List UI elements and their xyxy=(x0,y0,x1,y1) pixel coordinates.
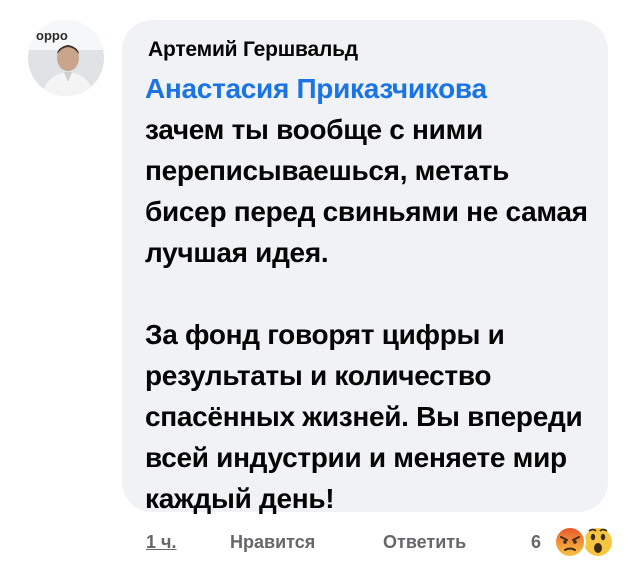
profile-photo-icon: oppo xyxy=(28,20,104,96)
wow-reaction-icon xyxy=(582,526,614,558)
reactions-summary[interactable] xyxy=(550,524,630,560)
comment-timestamp[interactable]: 1 ч. xyxy=(146,532,176,553)
angry-reaction-icon xyxy=(554,526,586,558)
comment-actions: 1 ч. Нравится Ответить 6 xyxy=(146,526,626,558)
comment-paragraph-2: За фонд говорят цифры и результаты и кол… xyxy=(145,319,583,514)
mention-link[interactable]: Анастасия Приказчикова xyxy=(145,68,595,109)
comment-paragraph-1: зачем ты вообще с ними переписываешься, … xyxy=(145,114,588,268)
avatar-logo-text: oppo xyxy=(36,28,68,43)
like-button[interactable]: Нравится xyxy=(230,532,315,553)
reaction-count[interactable]: 6 xyxy=(531,532,541,553)
comment-author-name[interactable]: Артемий Гершвальд xyxy=(148,38,358,62)
avatar[interactable]: oppo xyxy=(28,20,104,96)
reply-button[interactable]: Ответить xyxy=(383,532,466,553)
comment-text: Анастасия Приказчикова зачем ты вообще с… xyxy=(145,68,595,519)
